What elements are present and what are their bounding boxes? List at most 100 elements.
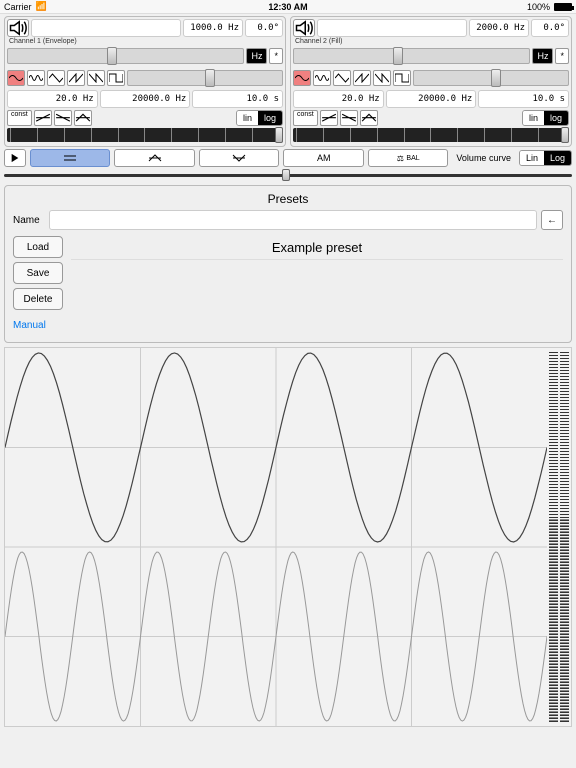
unit-hz-ch2[interactable]: Hz [532,48,553,64]
lin-option-ch1[interactable]: lin [237,111,258,125]
duration-ch1[interactable]: 10.0 s [192,90,283,108]
speaker-button-ch1[interactable] [7,19,29,37]
triangle-icon [335,73,349,83]
wave-canvas [5,348,547,726]
battery-label: 100% [527,2,550,12]
log-option-ch1[interactable]: log [258,111,282,125]
wave-sawup-ch2[interactable] [353,70,371,86]
const-button-ch1[interactable]: const [7,110,32,126]
mix-mode-3[interactable] [199,149,279,167]
lin-option-ch2[interactable]: lin [523,111,544,125]
scale-toggle-ch1[interactable]: lin log [236,110,283,126]
log-option-ch2[interactable]: log [544,111,568,125]
sweep-both-ch2[interactable] [360,110,378,126]
wave-sine-ch2[interactable] [293,70,311,86]
play-button[interactable] [4,149,26,167]
sweep-both-ch1[interactable] [74,110,92,126]
load-button[interactable]: Load [13,236,63,258]
channel-1: 1000.0 Hz 0.0° Channel 1 (Envelope) Hz *… [4,16,286,147]
preset-list[interactable]: Example preset [71,236,563,336]
freq-value-ch2[interactable]: 2000.0 Hz [469,19,529,37]
status-bar: Carrier 📶 12:30 AM 100% [0,0,576,14]
wave-sine2-ch1[interactable] [27,70,45,86]
mix-mode-1[interactable] [30,149,110,167]
scale-toggle-ch2[interactable]: lin log [522,110,569,126]
wave-mod-slider-ch2[interactable] [413,70,569,86]
saw-down-icon [375,73,389,83]
channel-1-label: Channel 1 (Envelope) [7,37,283,46]
phase-value-ch2[interactable]: 0.0° [531,19,569,37]
wave-sine-ch1[interactable] [7,70,25,86]
lo-freq-ch2[interactable]: 20.0 Hz [293,90,384,108]
wave-display [4,347,572,727]
sine-icon [295,73,309,83]
vol-lin[interactable]: Lin [520,151,544,165]
saw-up-icon [69,73,83,83]
battery-icon [554,3,572,11]
wave-square-ch2[interactable] [393,70,411,86]
name-label: Name [13,215,45,226]
freq-slider-ch2[interactable] [317,19,467,37]
wave-mod-slider-ch1[interactable] [127,70,283,86]
mix-mode-am[interactable]: AM [283,149,363,167]
channels-row: 1000.0 Hz 0.0° Channel 1 (Envelope) Hz *… [0,14,576,149]
preset-name-input[interactable] [49,210,537,230]
phase-value-ch1[interactable]: 0.0° [245,19,283,37]
play-icon [10,153,20,163]
sweep-down-icon [55,112,71,123]
carrier-label: Carrier [4,2,32,12]
sweep-both-icon [361,112,377,123]
unit-hz-ch1[interactable]: Hz [246,48,267,64]
manual-link[interactable]: Manual [13,314,63,336]
wave-sawdown-ch1[interactable] [87,70,105,86]
volume-curve-toggle[interactable]: Lin Log [519,150,572,166]
speaker-icon [8,18,28,38]
vol-log[interactable]: Log [544,151,571,165]
sweep-both-icon [75,112,91,123]
delete-button[interactable]: Delete [13,288,63,310]
sweep-down-ch2[interactable] [340,110,358,126]
presets-panel: Presets Name ← Load Save Delete Manual E… [4,185,572,343]
wave-triangle-ch2[interactable] [333,70,351,86]
wave-sawup-ch1[interactable] [67,70,85,86]
mix-mode-2[interactable] [114,149,194,167]
coarse-slider-ch2[interactable] [293,48,530,64]
stack-icon [62,154,78,162]
wifi-icon: 📶 [36,1,47,12]
master-slider[interactable] [4,169,572,181]
sweep-down-ch1[interactable] [54,110,72,126]
duration-ch2[interactable]: 10.0 s [478,90,569,108]
volume-curve-label: Volume curve [452,153,515,163]
unit-alt-ch1[interactable]: * [269,48,283,64]
mix-mode-bal[interactable]: ⚖ BAL [368,149,448,167]
sweep-up-ch2[interactable] [320,110,338,126]
sweep-up-icon [35,112,51,123]
speaker-icon [294,18,314,38]
wave-sine2-ch2[interactable] [313,70,331,86]
coarse-slider-ch1[interactable] [7,48,244,64]
preset-back-button[interactable]: ← [541,210,563,230]
channel-2-label: Channel 2 (Fill) [293,37,569,46]
wave-triangle-ch1[interactable] [47,70,65,86]
square-icon [395,73,409,83]
balance-icon: ⚖ [397,154,404,163]
meter-right [560,352,569,722]
volume-slider-ch2[interactable] [293,128,569,142]
lo-freq-ch1[interactable]: 20.0 Hz [7,90,98,108]
sine-double-icon [29,73,43,83]
wave-square-ch1[interactable] [107,70,125,86]
speaker-button-ch2[interactable] [293,19,315,37]
wave-sawdown-ch2[interactable] [373,70,391,86]
freq-slider-ch1[interactable] [31,19,181,37]
sweep-up-ch1[interactable] [34,110,52,126]
unit-alt-ch2[interactable]: * [555,48,569,64]
preset-item-example[interactable]: Example preset [71,236,563,260]
save-button[interactable]: Save [13,262,63,284]
volume-slider-ch1[interactable] [7,128,283,142]
hi-freq-ch1[interactable]: 20000.0 Hz [100,90,191,108]
const-button-ch2[interactable]: const [293,110,318,126]
hi-freq-ch2[interactable]: 20000.0 Hz [386,90,477,108]
merge-icon [231,153,247,163]
freq-value-ch1[interactable]: 1000.0 Hz [183,19,243,37]
level-meters [547,348,571,726]
